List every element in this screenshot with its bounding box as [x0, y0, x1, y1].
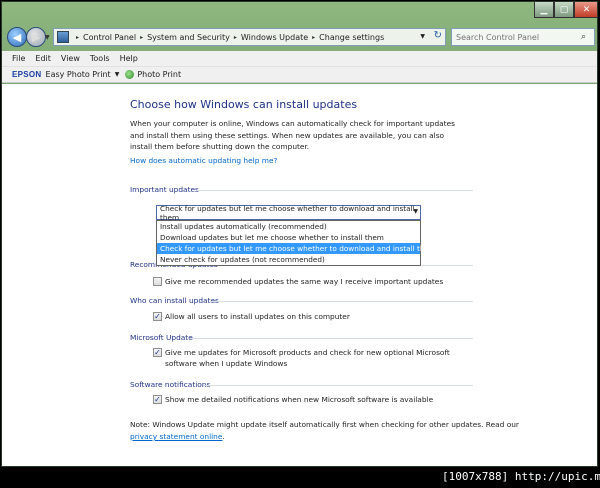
forward-button[interactable]: ▶: [26, 27, 46, 47]
important-updates-select[interactable]: Check for updates but let me choose whet…: [156, 203, 421, 222]
menu-tools[interactable]: Tools: [90, 54, 110, 63]
address-bar[interactable]: ▸ Control Panel ▸ System and Security ▸ …: [53, 28, 446, 46]
menu-file[interactable]: File: [12, 54, 25, 63]
recommended-checkbox[interactable]: [153, 277, 162, 286]
allow-all-checkbox[interactable]: ✓: [153, 312, 162, 321]
address-dropdown-icon[interactable]: ▼: [420, 33, 425, 40]
recommended-checkbox-row[interactable]: Give me recommended updates the same way…: [153, 276, 443, 287]
microsoft-checkbox-label: Give me updates for Microsoft products a…: [165, 348, 450, 368]
title-bar: ▁ ▢ ✕: [2, 2, 597, 24]
breadcrumb-system-security[interactable]: System and Security: [147, 33, 230, 42]
navigation-row: ◀ ▶ ▼ ▸ Control Panel ▸ System and Secur…: [2, 24, 597, 50]
breadcrumb-change-settings[interactable]: Change settings: [319, 33, 384, 42]
search-box[interactable]: ⌕: [451, 28, 595, 46]
section-who-can-install: Who can install updates: [130, 296, 219, 305]
page-title: Choose how Windows can install updates: [130, 98, 358, 111]
back-button[interactable]: ◀: [7, 27, 27, 47]
content-pane: Choose how Windows can install updates W…: [2, 84, 597, 466]
section-microsoft-update: Microsoft Update: [130, 333, 193, 342]
option-never-check[interactable]: Never check for updates (not recommended…: [157, 254, 420, 265]
photo-print-label: Photo Print: [137, 70, 182, 79]
chevron-down-icon: ▼: [114, 71, 120, 78]
easy-photo-print-button[interactable]: Easy Photo Print ▼: [46, 70, 120, 79]
menu-view[interactable]: View: [61, 54, 80, 63]
control-panel-icon: [57, 31, 69, 43]
epson-logo: EPSON: [12, 70, 42, 79]
breadcrumb-chevron-icon[interactable]: ▸: [312, 34, 315, 41]
privacy-line: privacy statement online.: [130, 432, 225, 441]
notifications-checkbox-label: Show me detailed notifications when new …: [165, 395, 434, 404]
forward-arrow-icon: ▶: [31, 30, 41, 44]
privacy-link[interactable]: privacy statement online: [130, 432, 222, 441]
easy-photo-print-label: Easy Photo Print: [45, 70, 111, 79]
search-input[interactable]: [456, 32, 581, 42]
close-button[interactable]: ✕: [574, 2, 597, 18]
breadcrumb-chevron-icon[interactable]: ▸: [76, 34, 79, 41]
select-value: Check for updates but let me choose whet…: [160, 203, 415, 222]
recommended-checkbox-label: Give me recommended updates the same way…: [165, 277, 444, 286]
window-frame: ▁ ▢ ✕ ◀ ▶ ▼ ▸ Control Panel ▸ System and…: [1, 1, 598, 467]
allow-all-checkbox-label: Allow all users to install updates on th…: [165, 312, 350, 321]
recent-pages-dropdown-icon[interactable]: ▼: [45, 34, 50, 41]
help-link[interactable]: How does automatic updating help me?: [130, 156, 277, 165]
watermark-text: [1007x788] http://upic.me/: [442, 470, 600, 483]
chevron-down-icon[interactable]: ▼: [413, 208, 418, 215]
menu-bar: File Edit View Tools Help: [2, 51, 597, 67]
menu-help[interactable]: Help: [120, 54, 138, 63]
back-arrow-icon: ◀: [12, 30, 22, 44]
divider: [190, 338, 473, 339]
allow-all-checkbox-row[interactable]: ✓ Allow all users to install updates on …: [153, 311, 350, 322]
breadcrumb-windows-update[interactable]: Windows Update: [241, 33, 308, 42]
section-software-notifications: Software notifications: [130, 380, 211, 389]
divider: [203, 385, 473, 386]
important-updates-dropdown-list: Install updates automatically (recommend…: [156, 220, 436, 266]
option-install-automatically[interactable]: Install updates automatically (recommend…: [157, 221, 420, 232]
notifications-checkbox[interactable]: ✓: [153, 395, 162, 404]
microsoft-update-checkbox[interactable]: ✓: [153, 348, 162, 357]
divider: [210, 301, 473, 302]
minimize-button[interactable]: ▁: [534, 2, 554, 18]
breadcrumb-chevron-icon[interactable]: ▸: [234, 34, 237, 41]
breadcrumb-control-panel[interactable]: Control Panel: [83, 33, 136, 42]
option-check-let-me-choose[interactable]: Check for updates but let me choose whet…: [157, 243, 436, 254]
intro-text: When your computer is online, Windows ca…: [130, 119, 455, 151]
divider: [197, 190, 473, 191]
notifications-checkbox-row[interactable]: ✓ Show me detailed notifications when ne…: [153, 394, 433, 405]
breadcrumb-chevron-icon[interactable]: ▸: [140, 34, 143, 41]
photo-print-button[interactable]: Photo Print: [125, 70, 181, 79]
note-text: Note: Windows Update might update itself…: [130, 420, 519, 429]
toolbar: EPSON Easy Photo Print ▼ Photo Print: [2, 67, 597, 83]
search-icon[interactable]: ⌕: [581, 32, 586, 42]
photo-print-icon: [125, 70, 135, 79]
privacy-tail: .: [222, 432, 225, 441]
maximize-button[interactable]: ▢: [554, 2, 574, 18]
option-download-let-me-choose[interactable]: Download updates but let me choose wheth…: [157, 232, 420, 243]
divider: [422, 265, 473, 266]
refresh-icon[interactable]: ↻: [434, 30, 442, 41]
microsoft-checkbox-row[interactable]: ✓ Give me updates for Microsoft products…: [153, 347, 465, 369]
menu-edit[interactable]: Edit: [35, 54, 51, 63]
section-important-updates: Important updates: [130, 185, 199, 194]
